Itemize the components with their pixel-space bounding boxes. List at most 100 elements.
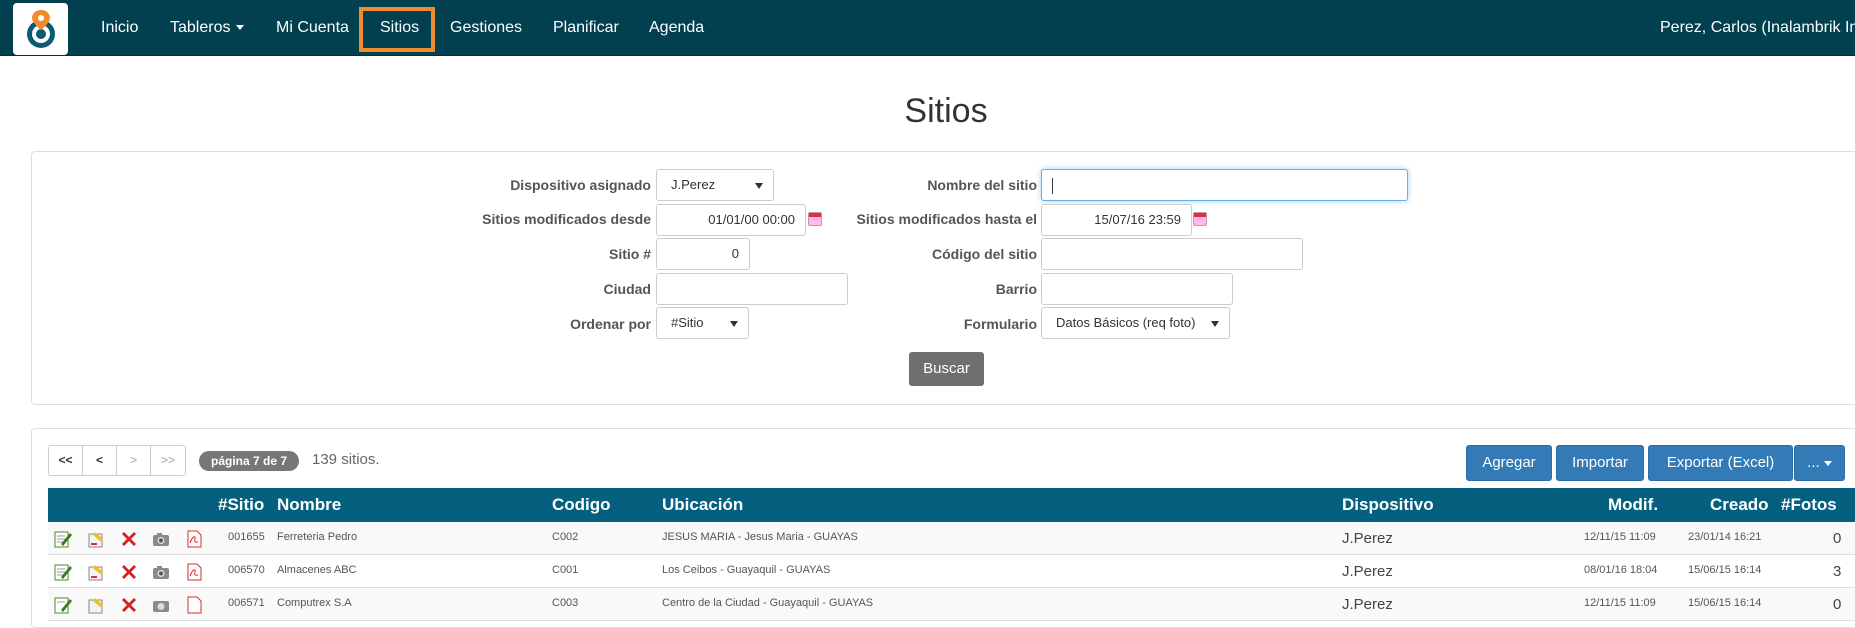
results-count: 139 sitios. xyxy=(312,451,380,468)
calendar-icon[interactable] xyxy=(808,212,822,226)
formulario-label: Formulario xyxy=(963,316,1037,332)
ordenar-label: Ordenar por xyxy=(570,316,651,332)
nav-gestiones[interactable]: Gestiones xyxy=(450,0,522,56)
user-menu[interactable]: Perez, Carlos (Inalambrik Inf xyxy=(1660,0,1855,56)
camera-icon[interactable] xyxy=(151,529,171,549)
cell-ubicacion: Los Ceibos - Guayaquil - GUAYAS xyxy=(662,564,831,576)
logo-icon xyxy=(27,10,55,48)
form-icon[interactable] xyxy=(86,595,106,615)
th-nombre[interactable]: Nombre xyxy=(277,488,341,522)
exportar-excel-button[interactable]: Exportar (Excel) xyxy=(1648,445,1793,481)
codigo-input[interactable] xyxy=(1041,238,1303,270)
cell-fotos: 0 xyxy=(1833,596,1842,613)
prev-page-button[interactable]: < xyxy=(83,446,117,475)
page-badge: página 7 de 7 xyxy=(199,451,300,471)
pdf-icon[interactable] xyxy=(184,529,204,549)
formulario-select[interactable]: Datos Básicos (req foto) xyxy=(1041,307,1230,339)
hasta-input[interactable]: 15/07/16 23:59 xyxy=(1041,204,1192,236)
edit-icon[interactable] xyxy=(53,595,73,615)
dispositivo-select[interactable]: J.Perez xyxy=(656,169,774,201)
delete-icon[interactable] xyxy=(119,529,139,549)
active-nav-highlight xyxy=(359,7,435,52)
camera-icon[interactable] xyxy=(151,562,171,582)
barrio-label: Barrio xyxy=(995,281,1037,297)
desde-label: Sitios modificados desde xyxy=(482,211,651,227)
dispositivo-value: J.Perez xyxy=(671,177,716,192)
th-fotos[interactable]: #Fotos xyxy=(1781,488,1837,522)
cell-modif: 12/11/15 11:09 xyxy=(1584,531,1656,543)
edit-icon[interactable] xyxy=(53,562,73,582)
chevron-down-icon xyxy=(1211,321,1219,327)
table-row: 001655 Ferreteria Pedro C002 JESUS MARIA… xyxy=(48,522,1855,555)
app-logo[interactable] xyxy=(13,3,68,55)
hasta-label: Sitios modificados hasta el xyxy=(856,211,1038,227)
delete-icon[interactable] xyxy=(119,595,139,615)
cell-codigo: C003 xyxy=(552,597,579,609)
first-page-button[interactable]: << xyxy=(49,446,83,475)
table-row: 006570 Almacenes ABC C001 Los Ceibos - G… xyxy=(48,555,1855,588)
agregar-button[interactable]: Agregar xyxy=(1466,445,1552,481)
form-icon[interactable] xyxy=(86,529,106,549)
th-dispositivo[interactable]: Dispositivo xyxy=(1342,488,1434,522)
form-icon[interactable] xyxy=(86,562,106,582)
buscar-button[interactable]: Buscar xyxy=(909,352,984,386)
chevron-down-icon xyxy=(1823,460,1832,466)
nav-inicio[interactable]: Inicio xyxy=(101,0,138,56)
camera-icon[interactable] xyxy=(151,595,171,615)
cell-dispositivo: J.Perez xyxy=(1342,530,1393,547)
cell-sitio: 006570 xyxy=(228,564,265,576)
th-sitio[interactable]: #Sitio xyxy=(218,488,264,522)
nav-agenda[interactable]: Agenda xyxy=(649,0,704,56)
top-navbar: Inicio Tableros Mi Cuenta Sitios Gestion… xyxy=(0,0,1855,56)
nombre-input[interactable] xyxy=(1041,169,1408,201)
more-actions-label: ... xyxy=(1807,454,1820,471)
th-creado[interactable]: Creado xyxy=(1710,488,1769,522)
cell-modif: 08/01/16 18:04 xyxy=(1584,564,1658,576)
ciudad-label: Ciudad xyxy=(603,281,651,297)
more-actions-button[interactable]: ... xyxy=(1794,445,1845,481)
chevron-down-icon xyxy=(755,183,763,189)
sitio-label: Sitio # xyxy=(608,246,651,262)
chevron-down-icon xyxy=(730,321,738,327)
page-title: Sitios xyxy=(904,92,988,130)
cell-fotos: 0 xyxy=(1833,530,1842,547)
last-page-button[interactable]: >> xyxy=(151,446,185,475)
cell-dispositivo: J.Perez xyxy=(1342,596,1393,613)
text-cursor xyxy=(1052,177,1053,194)
codigo-label: Código del sitio xyxy=(932,246,1037,262)
cell-codigo: C002 xyxy=(552,531,579,543)
barrio-input[interactable] xyxy=(1041,273,1233,305)
next-page-button[interactable]: > xyxy=(117,446,151,475)
ciudad-input[interactable] xyxy=(656,273,848,305)
cell-creado: 23/01/14 16:21 xyxy=(1688,531,1762,543)
pdf-icon[interactable] xyxy=(184,595,204,615)
th-ubicacion[interactable]: Ubicación xyxy=(662,488,743,522)
dispositivo-label: Dispositivo asignado xyxy=(510,177,651,193)
pdf-icon[interactable] xyxy=(184,562,204,582)
cell-nombre[interactable]: Computrex S.A xyxy=(277,588,352,621)
formulario-value: Datos Básicos (req foto) xyxy=(1056,315,1196,330)
ordenar-value: #Sitio xyxy=(671,315,704,330)
nav-planificar[interactable]: Planificar xyxy=(553,0,619,56)
delete-icon[interactable] xyxy=(119,562,139,582)
chevron-down-icon xyxy=(236,25,245,31)
cell-codigo: C001 xyxy=(552,564,579,576)
th-modif[interactable]: Modif. xyxy=(1608,488,1658,522)
table-row: 006571 Computrex S.A C003 Centro de la C… xyxy=(48,588,1855,621)
cell-creado: 15/06/15 16:14 xyxy=(1688,597,1762,609)
edit-icon[interactable] xyxy=(53,529,73,549)
desde-input[interactable]: 01/01/00 00:00 xyxy=(656,204,806,236)
cell-creado: 15/06/15 16:14 xyxy=(1688,564,1762,576)
cell-nombre[interactable]: Almacenes ABC xyxy=(277,555,356,588)
sitio-input[interactable]: 0 xyxy=(656,238,750,270)
nav-tableros[interactable]: Tableros xyxy=(170,0,245,56)
calendar-icon[interactable] xyxy=(1193,212,1207,226)
cell-sitio: 006571 xyxy=(228,597,265,609)
nav-mi-cuenta[interactable]: Mi Cuenta xyxy=(276,0,349,56)
nav-tableros-label: Tableros xyxy=(170,19,231,36)
ordenar-select[interactable]: #Sitio xyxy=(656,307,749,339)
importar-button[interactable]: Importar xyxy=(1556,445,1644,481)
cell-nombre[interactable]: Ferreteria Pedro xyxy=(277,522,357,555)
cell-modif: 12/11/15 11:09 xyxy=(1584,597,1656,609)
th-codigo[interactable]: Codigo xyxy=(552,488,611,522)
